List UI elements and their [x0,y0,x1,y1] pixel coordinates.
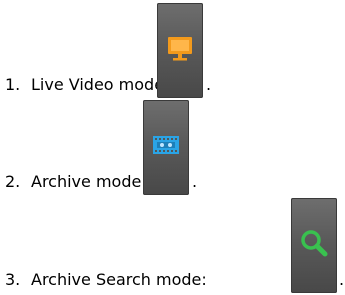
period: . [339,270,345,289]
archive-search-mode-button[interactable] [291,198,337,293]
list-number: 3. [5,270,21,289]
mode-label: Archive mode: [31,172,147,191]
magnifier-icon [301,230,328,257]
list-item-archive: 2. Archive mode: . [5,97,345,197]
mode-label: Archive Search mode: [31,270,207,289]
film-tape-icon [153,136,179,154]
period: . [206,75,212,94]
live-video-mode-button[interactable] [157,3,203,98]
period: . [192,172,198,191]
mode-label: Live Video mode [31,75,165,94]
monitor-icon [168,37,192,61]
list-number: 2. [5,172,21,191]
archive-mode-button[interactable] [143,100,189,195]
list-number: 1. [5,75,21,94]
list-item-live-video: 1. Live Video mode . [5,0,345,100]
list-item-archive-search: 3. Archive Search mode: . [5,195,345,295]
